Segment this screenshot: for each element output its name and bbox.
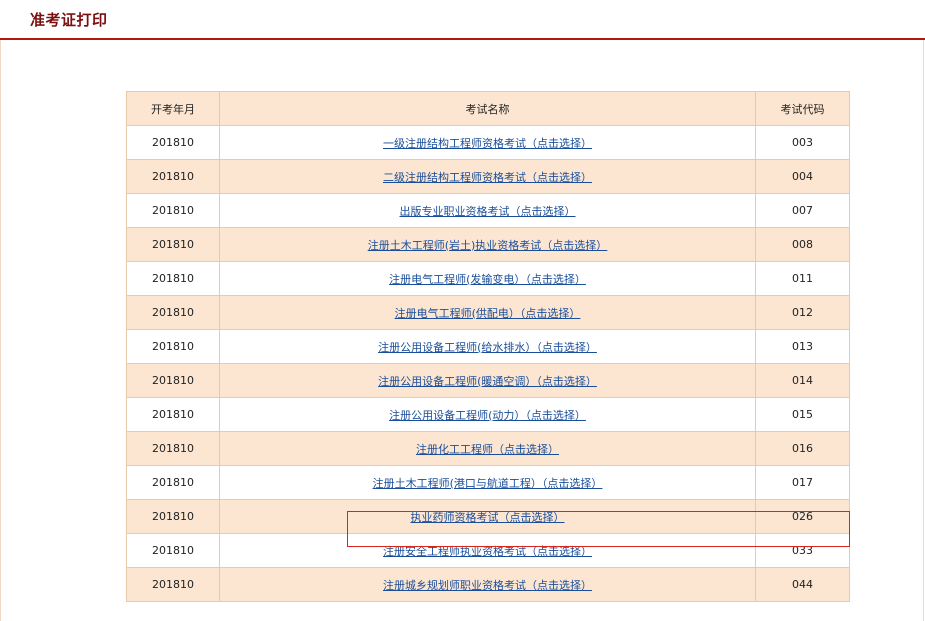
exam-name-cell: 执业药师资格考试（点击选择） xyxy=(219,499,756,534)
exam-code-cell: 016 xyxy=(755,431,850,466)
exam-link[interactable]: 注册化工工程师（点击选择） xyxy=(416,443,559,456)
exam-date-cell: 201810 xyxy=(126,227,220,262)
exam-table: 开考年月 考试名称 考试代码 201810 一级注册结构工程师资格考试（点击选择… xyxy=(126,91,850,602)
exam-date-cell: 201810 xyxy=(126,261,220,296)
exam-code-cell: 013 xyxy=(755,329,850,364)
exam-code-cell: 015 xyxy=(755,397,850,432)
table-row: 201810 注册公用设备工程师(动力）（点击选择） 015 xyxy=(126,397,850,432)
exam-name-cell: 注册化工工程师（点击选择） xyxy=(219,431,756,466)
table-row: 201810 注册电气工程师(供配电）（点击选择） 012 xyxy=(126,295,850,330)
page-header: 准考证打印 xyxy=(0,0,925,40)
table-row: 201810 注册公用设备工程师(暖通空调）（点击选择） 014 xyxy=(126,363,850,398)
exam-name-cell: 一级注册结构工程师资格考试（点击选择） xyxy=(219,125,756,160)
exam-link[interactable]: 出版专业职业资格考试（点击选择） xyxy=(400,205,576,218)
exam-date-cell: 201810 xyxy=(126,329,220,364)
exam-code-cell: 011 xyxy=(755,261,850,296)
table-row: 201810 注册城乡规划师职业资格考试（点击选择） 044 xyxy=(126,567,850,602)
exam-link[interactable]: 注册电气工程师(供配电）（点击选择） xyxy=(395,307,581,320)
exam-code-cell: 044 xyxy=(755,567,850,602)
exam-code-cell: 014 xyxy=(755,363,850,398)
exam-name-cell: 注册土木工程师(港口与航道工程）（点击选择） xyxy=(219,465,756,500)
exam-code-cell: 026 xyxy=(755,499,850,534)
exam-code-cell: 012 xyxy=(755,295,850,330)
column-header-date: 开考年月 xyxy=(126,91,220,126)
exam-date-cell: 201810 xyxy=(126,567,220,602)
exam-code-cell: 004 xyxy=(755,159,850,194)
exam-link[interactable]: 二级注册结构工程师资格考试（点击选择） xyxy=(383,171,592,184)
exam-name-cell: 注册安全工程师执业资格考试（点击选择） xyxy=(219,533,756,568)
page-title: 准考证打印 xyxy=(30,11,108,29)
exam-date-cell: 201810 xyxy=(126,431,220,466)
exam-date-cell: 201810 xyxy=(126,295,220,330)
exam-name-cell: 注册城乡规划师职业资格考试（点击选择） xyxy=(219,567,756,602)
exam-link[interactable]: 注册城乡规划师职业资格考试（点击选择） xyxy=(383,579,592,592)
exam-link[interactable]: 一级注册结构工程师资格考试（点击选择） xyxy=(383,137,592,150)
exam-code-cell: 008 xyxy=(755,227,850,262)
column-header-exam-code: 考试代码 xyxy=(755,91,850,126)
exam-link[interactable]: 注册安全工程师执业资格考试（点击选择） xyxy=(383,545,592,558)
table-row: 201810 一级注册结构工程师资格考试（点击选择） 003 xyxy=(126,125,850,160)
exam-date-cell: 201810 xyxy=(126,125,220,160)
table-row: 201810 注册化工工程师（点击选择） 016 xyxy=(126,431,850,466)
exam-date-cell: 201810 xyxy=(126,363,220,398)
exam-name-cell: 注册土木工程师(岩土)执业资格考试（点击选择） xyxy=(219,227,756,262)
table-row: 201810 注册土木工程师(港口与航道工程）（点击选择） 017 xyxy=(126,465,850,500)
exam-code-cell: 033 xyxy=(755,533,850,568)
exam-code-cell: 007 xyxy=(755,193,850,228)
table-row: 201810 二级注册结构工程师资格考试（点击选择） 004 xyxy=(126,159,850,194)
exam-date-cell: 201810 xyxy=(126,159,220,194)
table-row: 201810 出版专业职业资格考试（点击选择） 007 xyxy=(126,193,850,228)
exam-name-cell: 注册电气工程师(发输变电）（点击选择） xyxy=(219,261,756,296)
exam-date-cell: 201810 xyxy=(126,499,220,534)
exam-name-cell: 注册公用设备工程师(给水排水）（点击选择） xyxy=(219,329,756,364)
exam-link[interactable]: 注册公用设备工程师(给水排水）（点击选择） xyxy=(378,341,597,354)
exam-name-cell: 二级注册结构工程师资格考试（点击选择） xyxy=(219,159,756,194)
exam-link[interactable]: 注册公用设备工程师(暖通空调）（点击选择） xyxy=(378,375,597,388)
exam-date-cell: 201810 xyxy=(126,193,220,228)
exam-date-cell: 201810 xyxy=(126,397,220,432)
table-row: 201810 注册电气工程师(发输变电）（点击选择） 011 xyxy=(126,261,850,296)
exam-code-cell: 017 xyxy=(755,465,850,500)
exam-link[interactable]: 注册公用设备工程师(动力）（点击选择） xyxy=(389,409,586,422)
table-header-row: 开考年月 考试名称 考试代码 xyxy=(126,91,850,126)
column-header-exam-name: 考试名称 xyxy=(219,91,756,126)
exam-date-cell: 201810 xyxy=(126,465,220,500)
exam-link[interactable]: 执业药师资格考试（点击选择） xyxy=(411,511,565,524)
table-row: 201810 注册安全工程师执业资格考试（点击选择） 033 xyxy=(126,533,850,568)
exam-name-cell: 注册电气工程师(供配电）（点击选择） xyxy=(219,295,756,330)
table-row: 201810 注册公用设备工程师(给水排水）（点击选择） 013 xyxy=(126,329,850,364)
table-row: 201810 注册土木工程师(岩土)执业资格考试（点击选择） 008 xyxy=(126,227,850,262)
exam-name-cell: 注册公用设备工程师(动力）（点击选择） xyxy=(219,397,756,432)
exam-link[interactable]: 注册土木工程师(岩土)执业资格考试（点击选择） xyxy=(368,239,608,252)
exam-link[interactable]: 注册土木工程师(港口与航道工程）（点击选择） xyxy=(373,477,603,490)
exam-date-cell: 201810 xyxy=(126,533,220,568)
table-row: 201810 执业药师资格考试（点击选择） 026 xyxy=(126,499,850,534)
exam-name-cell: 注册公用设备工程师(暖通空调）（点击选择） xyxy=(219,363,756,398)
exam-link[interactable]: 注册电气工程师(发输变电）（点击选择） xyxy=(389,273,586,286)
exam-code-cell: 003 xyxy=(755,125,850,160)
exam-name-cell: 出版专业职业资格考试（点击选择） xyxy=(219,193,756,228)
